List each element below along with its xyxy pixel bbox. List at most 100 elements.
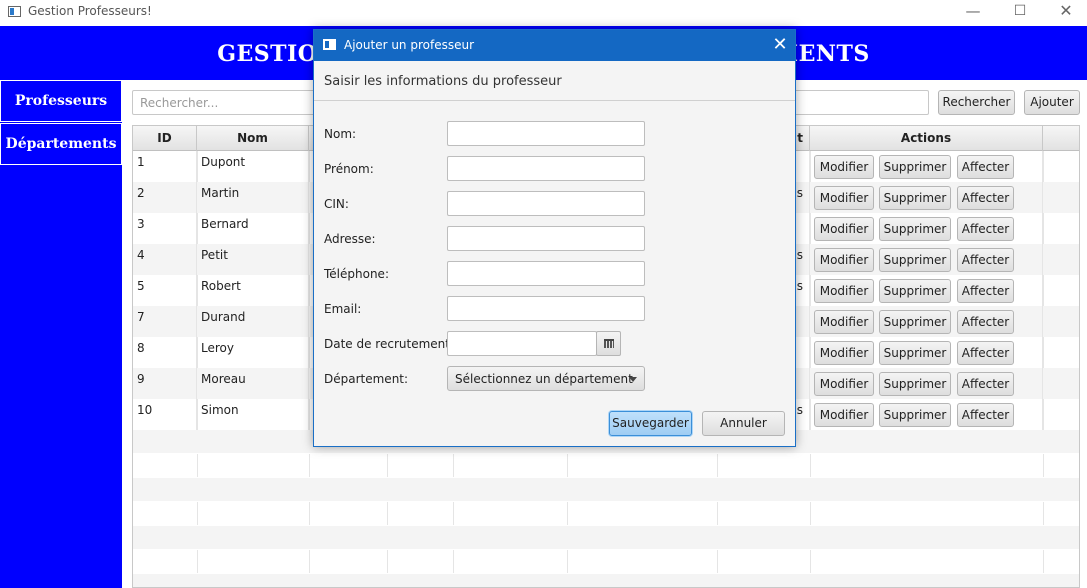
assign-button[interactable]: Affecter — [957, 155, 1014, 179]
modify-button[interactable]: Modifier — [814, 341, 874, 365]
prenom-label: Prénom: — [324, 162, 374, 176]
modify-button[interactable]: Modifier — [814, 403, 874, 427]
cell-id: 3 — [133, 213, 197, 244]
cell-id: 8 — [133, 337, 197, 368]
cell-nom: Moreau — [197, 368, 309, 399]
empty-row — [133, 502, 1079, 526]
cell-actions: Modifier Supprimer Affecter — [810, 213, 1043, 244]
dialog-title: Ajouter un professeur — [344, 38, 475, 52]
cell-id: 1 — [133, 151, 197, 182]
chevron-down-icon — [629, 377, 637, 382]
cell-nom: Leroy — [197, 337, 309, 368]
modify-button[interactable]: Modifier — [814, 248, 874, 272]
maximize-icon[interactable]: ☐ — [997, 0, 1043, 26]
date-picker-button[interactable] — [596, 331, 621, 356]
delete-button[interactable]: Supprimer — [879, 372, 951, 396]
date-recrutement-field[interactable] — [447, 331, 597, 356]
close-icon[interactable]: ✕ — [1043, 0, 1087, 26]
cell-id: 9 — [133, 368, 197, 399]
empty-row — [133, 574, 1079, 587]
empty-row — [133, 550, 1079, 574]
cell-nom: Simon — [197, 399, 309, 430]
empty-row — [133, 478, 1079, 502]
column-header-actions[interactable]: Actions — [810, 126, 1043, 151]
modify-button[interactable]: Modifier — [814, 155, 874, 179]
dialog-titlebar[interactable]: Ajouter un professeur ✕ — [314, 30, 795, 61]
cell-nom: Durand — [197, 306, 309, 337]
search-button[interactable]: Rechercher — [938, 90, 1015, 115]
column-header-id[interactable]: ID — [133, 126, 197, 151]
window-titlebar: Gestion Professeurs! — ☐ ✕ — [0, 0, 1087, 26]
date-recrutement-label: Date de recrutement: — [324, 337, 455, 351]
cell-id: 4 — [133, 244, 197, 275]
cell-actions: Modifier Supprimer Affecter — [810, 182, 1043, 213]
delete-button[interactable]: Supprimer — [879, 155, 951, 179]
cell-actions: Modifier Supprimer Affecter — [810, 244, 1043, 275]
cell-actions: Modifier Supprimer Affecter — [810, 151, 1043, 182]
departement-label: Département: — [324, 372, 409, 386]
sidebar: Professeurs Départements — [0, 80, 122, 588]
empty-row — [133, 454, 1079, 478]
minimize-icon[interactable]: — — [950, 0, 996, 26]
add-button[interactable]: Ajouter — [1024, 90, 1080, 115]
cancel-button[interactable]: Annuler — [702, 411, 785, 436]
window-title: Gestion Professeurs! — [28, 4, 152, 18]
delete-button[interactable]: Supprimer — [879, 186, 951, 210]
dialog-app-icon — [323, 39, 336, 50]
assign-button[interactable]: Affecter — [957, 403, 1014, 427]
column-header-nom[interactable]: Nom — [197, 126, 309, 151]
cell-actions: Modifier Supprimer Affecter — [810, 275, 1043, 306]
delete-button[interactable]: Supprimer — [879, 217, 951, 241]
telephone-field[interactable] — [447, 261, 645, 286]
departement-select[interactable]: Sélectionnez un département — [447, 366, 645, 391]
modify-button[interactable]: Modifier — [814, 279, 874, 303]
adresse-field[interactable] — [447, 226, 645, 251]
save-button[interactable]: Sauvegarder — [609, 411, 692, 436]
cin-field[interactable] — [447, 191, 645, 216]
sidebar-item-professeurs[interactable]: Professeurs — [0, 80, 122, 122]
modify-button[interactable]: Modifier — [814, 186, 874, 210]
add-professor-dialog: Ajouter un professeur ✕ Saisir les infor… — [313, 29, 796, 447]
dialog-close-icon[interactable]: ✕ — [766, 33, 794, 57]
delete-button[interactable]: Supprimer — [879, 310, 951, 334]
cell-nom: Martin — [197, 182, 309, 213]
assign-button[interactable]: Affecter — [957, 217, 1014, 241]
nom-label: Nom: — [324, 127, 357, 141]
departement-select-value: Sélectionnez un département — [455, 372, 633, 386]
assign-button[interactable]: Affecter — [957, 310, 1014, 334]
cell-id: 2 — [133, 182, 197, 213]
dialog-header: Saisir les informations du professeur — [314, 61, 795, 101]
delete-button[interactable]: Supprimer — [879, 341, 951, 365]
cell-nom: Dupont — [197, 151, 309, 182]
nom-field[interactable] — [447, 121, 645, 146]
modify-button[interactable]: Modifier — [814, 217, 874, 241]
assign-button[interactable]: Affecter — [957, 372, 1014, 396]
sidebar-item-departements[interactable]: Départements — [0, 123, 122, 165]
delete-button[interactable]: Supprimer — [879, 403, 951, 427]
calendar-icon — [604, 339, 614, 348]
dialog-header-text: Saisir les informations du professeur — [324, 74, 562, 89]
telephone-label: Téléphone: — [324, 267, 389, 281]
prenom-field[interactable] — [447, 156, 645, 181]
assign-button[interactable]: Affecter — [957, 186, 1014, 210]
assign-button[interactable]: Affecter — [957, 248, 1014, 272]
cell-id: 10 — [133, 399, 197, 430]
cell-actions: Modifier Supprimer Affecter — [810, 306, 1043, 337]
cell-nom: Petit — [197, 244, 309, 275]
delete-button[interactable]: Supprimer — [879, 248, 951, 272]
assign-button[interactable]: Affecter — [957, 341, 1014, 365]
adresse-label: Adresse: — [324, 232, 376, 246]
delete-button[interactable]: Supprimer — [879, 279, 951, 303]
cin-label: CIN: — [324, 197, 349, 211]
cell-actions: Modifier Supprimer Affecter — [810, 337, 1043, 368]
empty-row — [133, 526, 1079, 550]
cell-id: 7 — [133, 306, 197, 337]
email-label: Email: — [324, 302, 362, 316]
cell-nom: Bernard — [197, 213, 309, 244]
modify-button[interactable]: Modifier — [814, 310, 874, 334]
assign-button[interactable]: Affecter — [957, 279, 1014, 303]
modify-button[interactable]: Modifier — [814, 372, 874, 396]
email-field[interactable] — [447, 296, 645, 321]
app-icon — [8, 6, 21, 17]
cell-actions: Modifier Supprimer Affecter — [810, 368, 1043, 399]
